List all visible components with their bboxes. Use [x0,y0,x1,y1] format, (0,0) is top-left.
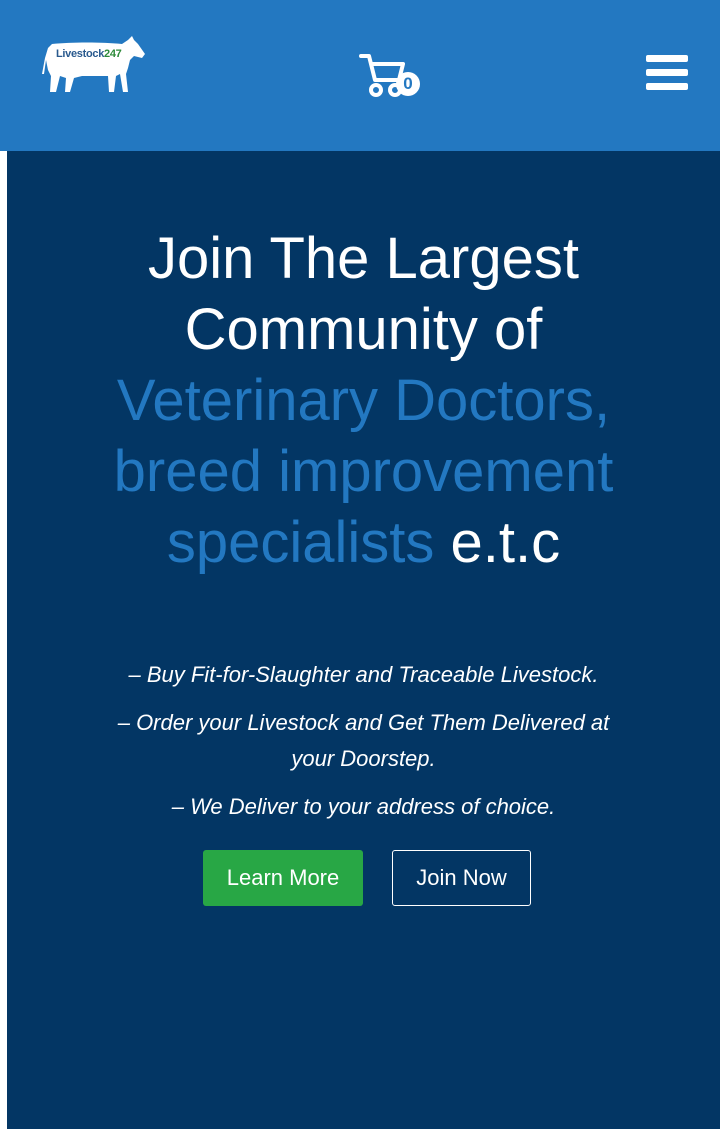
bullet-item: – We Deliver to your address of choice. [171,794,556,819]
hero-section: Join The Largest Community of Veterinary… [7,151,720,1129]
headline-line: Join The Largest [148,226,579,291]
learn-more-button[interactable]: Learn More [203,850,363,906]
headline-accent-text: specialists [166,510,435,575]
headline-line: specialists e.t.c [7,507,720,578]
headline-accent-line: breed improvement [113,439,614,504]
headline-text: e.t.c [450,510,561,575]
join-now-button[interactable]: Join Now [392,850,531,906]
bullet-item: – Buy Fit-for-Slaughter and Traceable Li… [128,662,599,687]
site-header: Livestock247 0 [0,0,720,151]
menu-bar [646,83,688,90]
cow-logo-icon [42,36,145,92]
logo-text: Livestock247 [56,48,122,60]
hero-headline: Join The Largest Community of Veterinary… [7,223,720,578]
headline-line: Community of [184,297,543,362]
hero-bullets: – Buy Fit-for-Slaughter and Traceable Li… [7,657,720,837]
bullet-item: – Order your Livestock and Get Them Deli… [117,710,610,771]
menu-bar [646,55,688,62]
menu-bar [646,69,688,76]
cart-count-badge: 0 [396,72,420,96]
headline-accent-line: Veterinary Doctors, [116,368,611,433]
cart-button[interactable]: 0 [359,52,423,100]
hamburger-menu-icon[interactable] [646,55,688,91]
site-logo[interactable]: Livestock247 [42,34,148,96]
